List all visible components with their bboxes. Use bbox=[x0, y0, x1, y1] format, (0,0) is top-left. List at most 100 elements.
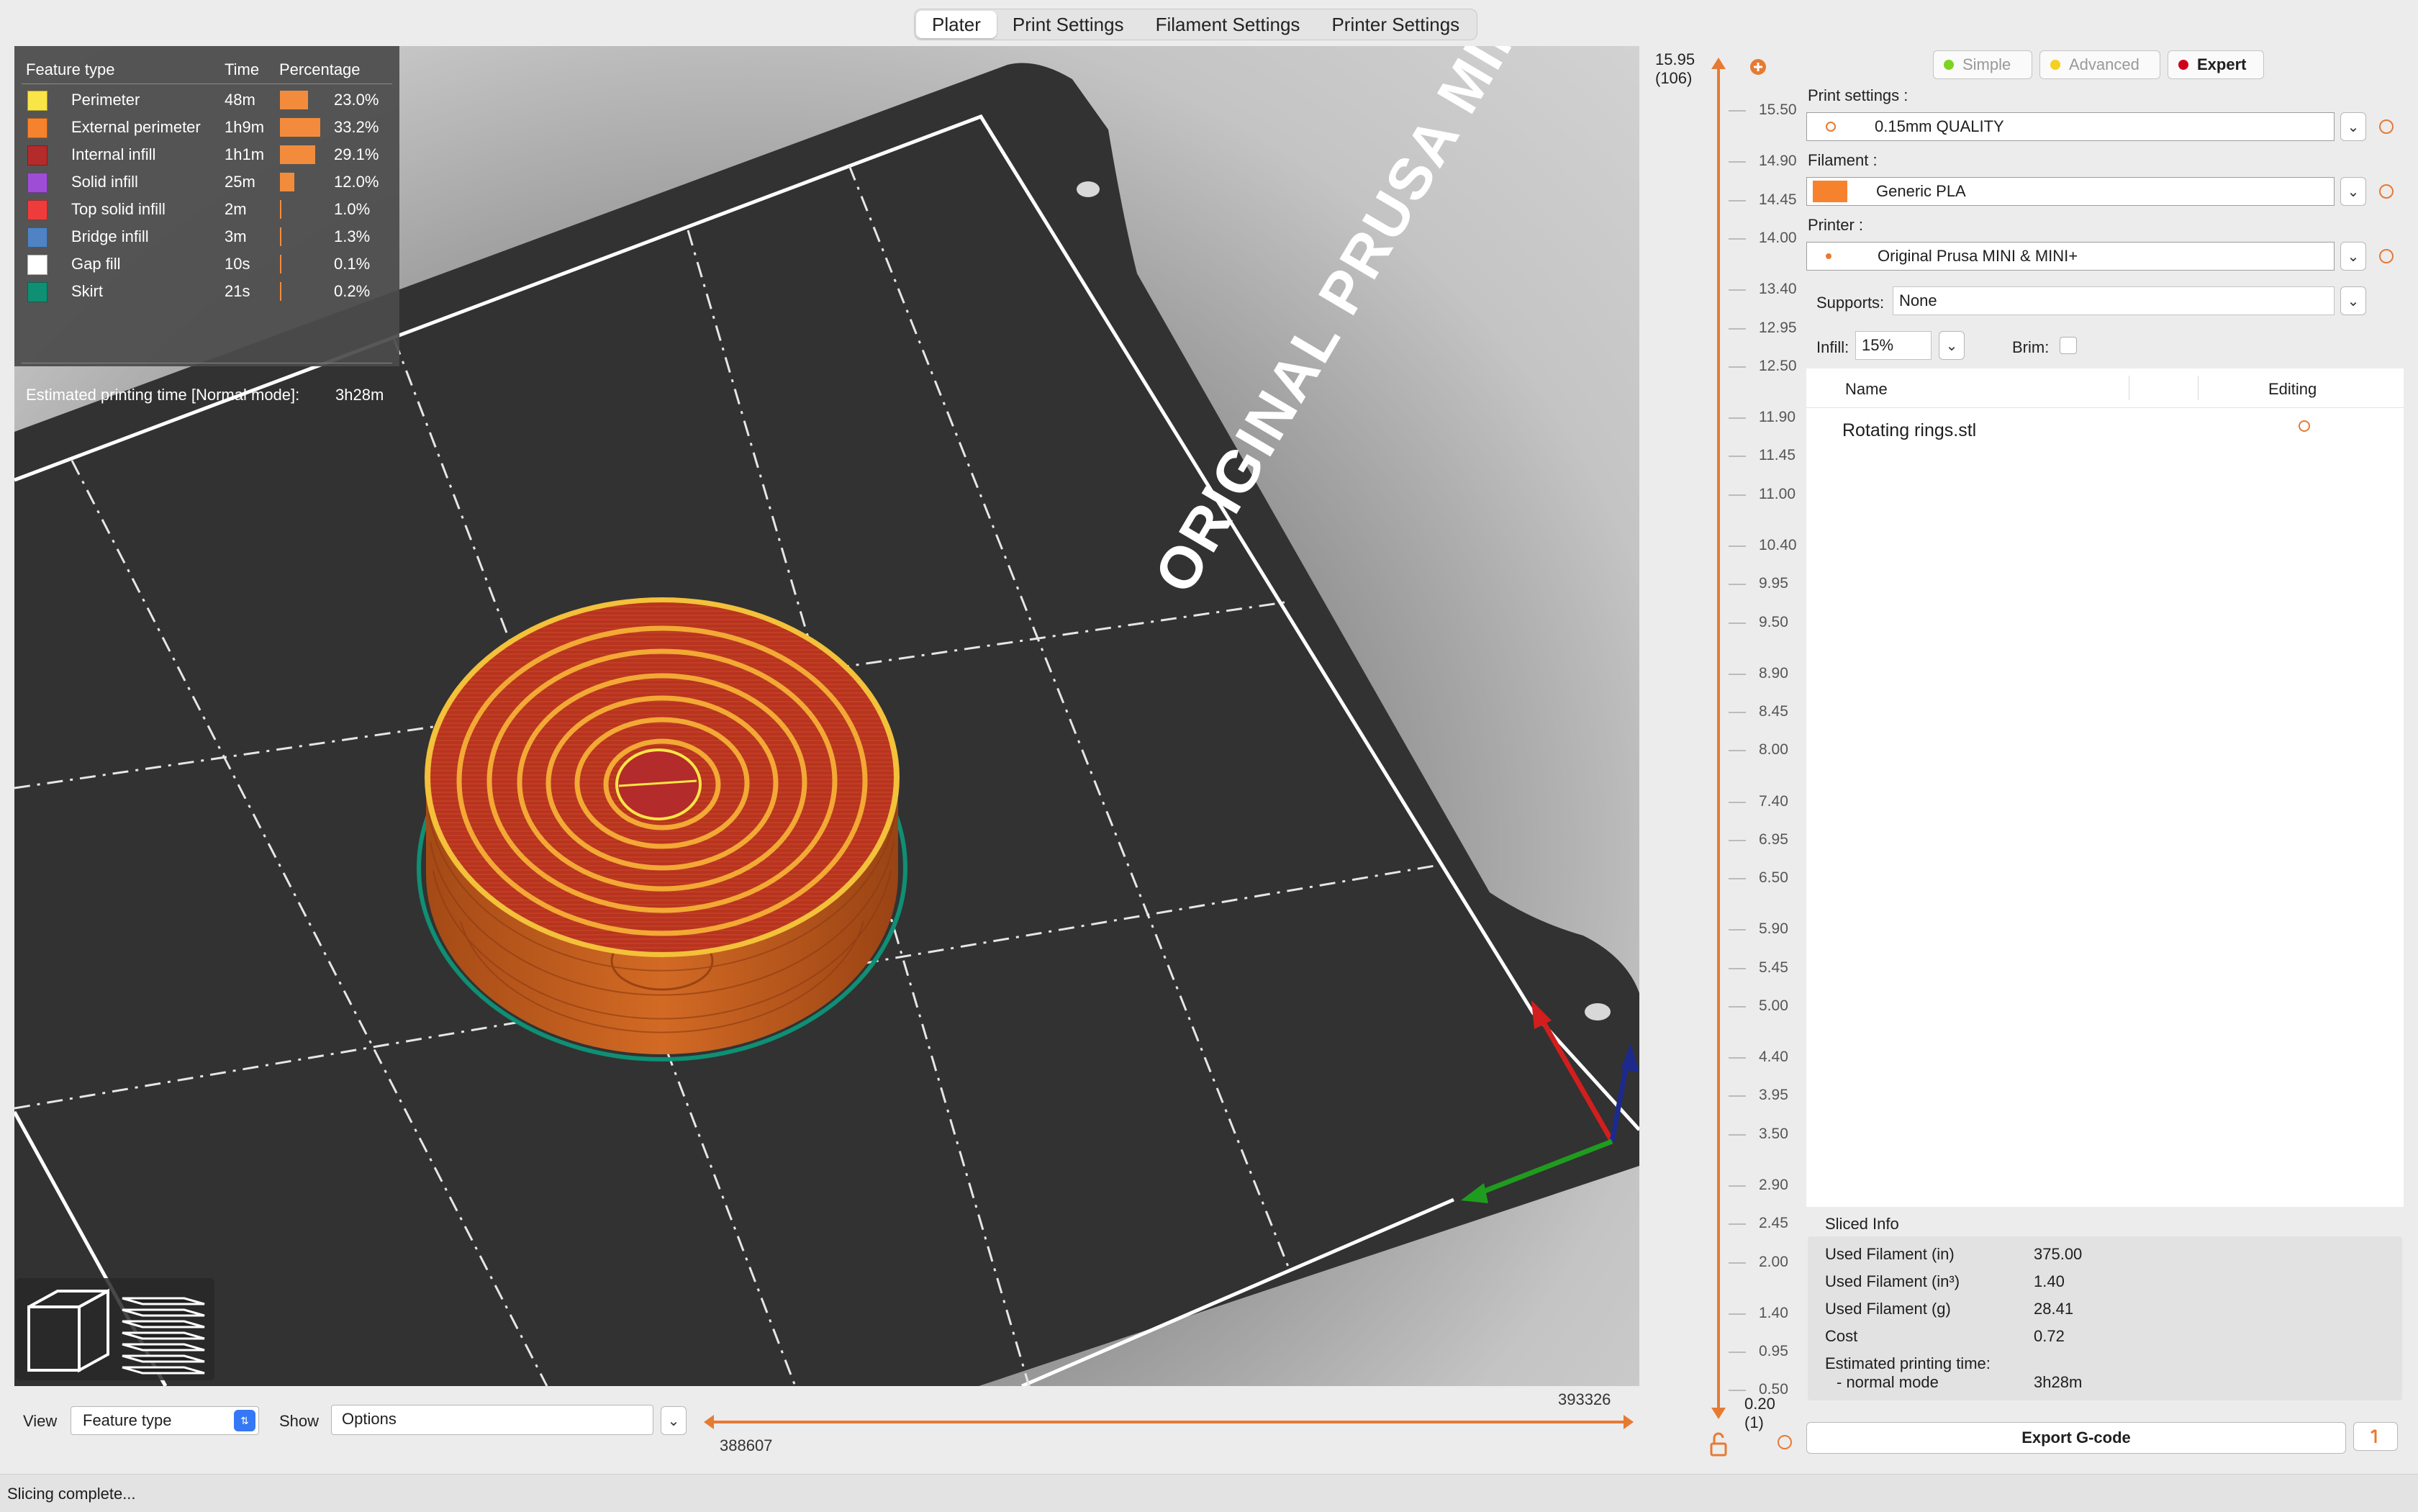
v-slider-tick-label: 5.00 bbox=[1759, 997, 1788, 1014]
v-slider-tick-label: 7.40 bbox=[1759, 792, 1788, 810]
filament-edit-icon[interactable] bbox=[2379, 184, 2394, 199]
sliced-info-panel: Sliced Info Used Filament (in) 375.00 Used… bbox=[1806, 1210, 2404, 1400]
print-settings-label: Print settings : bbox=[1808, 86, 1908, 104]
edit-settings-icon[interactable] bbox=[2299, 420, 2310, 432]
v-slider-tick-label: 8.45 bbox=[1759, 703, 1788, 720]
show-options-field[interactable]: Options bbox=[331, 1405, 653, 1435]
chevron-down-icon: ⌄ bbox=[2347, 184, 2360, 200]
legend-color-swatch bbox=[27, 91, 47, 111]
export-gcode-button[interactable]: Export G-code bbox=[1806, 1422, 2346, 1454]
legend-row[interactable]: Bridge infill 3m 1.3% bbox=[26, 222, 400, 249]
object-list: Name Editing Rotating rings.stl bbox=[1806, 368, 2404, 1207]
v-slider-tick-label: 2.00 bbox=[1759, 1253, 1788, 1270]
legend-row[interactable]: Skirt 21s 0.2% bbox=[26, 276, 400, 304]
v-slider-tick-mark bbox=[1729, 238, 1746, 240]
supports-combo[interactable]: None bbox=[1893, 286, 2335, 315]
sliced-info-key: - normal mode bbox=[1837, 1373, 1939, 1391]
printer-icon bbox=[1826, 253, 1831, 259]
legend-feature-time: 10s bbox=[225, 255, 250, 273]
printer-dropdown[interactable]: ⌄ bbox=[2340, 242, 2366, 271]
legend-feature-percentage: 1.3% bbox=[334, 227, 371, 245]
show-options-dropdown[interactable]: ⌄ bbox=[661, 1406, 687, 1435]
print-settings-edit-icon[interactable] bbox=[2379, 119, 2394, 134]
legend-color-swatch bbox=[27, 200, 47, 220]
v-slider-top-readout: 15.95 (106) bbox=[1655, 50, 1695, 88]
legend-feature-name: Perimeter bbox=[71, 91, 140, 109]
legend-feature-name: Internal infill bbox=[71, 145, 156, 163]
v-slider-bottom-value: 0.20 bbox=[1744, 1395, 1775, 1413]
tab-plater[interactable]: Plater bbox=[916, 11, 997, 38]
sliced-info-value: 0.72 bbox=[2034, 1327, 2065, 1345]
legend-feature-name: Top solid infill bbox=[71, 200, 166, 218]
v-slider-top-value: 15.95 bbox=[1655, 50, 1695, 68]
3d-view-icon[interactable] bbox=[27, 1288, 109, 1373]
legend-percentage-bar bbox=[280, 255, 281, 273]
printer-combo[interactable]: Original Prusa MINI & MINI+ bbox=[1806, 242, 2335, 271]
v-slider-tick-mark bbox=[1729, 1133, 1746, 1136]
v-slider-tick-mark bbox=[1729, 929, 1746, 931]
print-settings-dropdown[interactable]: ⌄ bbox=[2340, 112, 2366, 141]
sliced-info-value: 375.00 bbox=[2034, 1245, 2083, 1263]
brim-checkbox[interactable] bbox=[2060, 337, 2077, 354]
mode-simple-button[interactable]: Simple bbox=[1933, 50, 2032, 79]
legend-feature-percentage: 23.0% bbox=[334, 91, 379, 109]
legend-row[interactable]: Top solid infill 2m 1.0% bbox=[26, 194, 400, 222]
layers-view-icon[interactable] bbox=[122, 1297, 205, 1375]
legend-feature-time: 25m bbox=[225, 173, 255, 191]
list-header-name: Name bbox=[1845, 380, 1888, 398]
filament-color-swatch bbox=[1813, 181, 1847, 202]
v-slider-tick-label: 8.90 bbox=[1759, 664, 1788, 682]
v-slider-tick-mark bbox=[1729, 327, 1746, 330]
printer-edit-icon[interactable] bbox=[2379, 249, 2394, 263]
mode-expert-button[interactable]: Expert bbox=[2168, 50, 2264, 79]
view-label: View bbox=[23, 1412, 58, 1430]
h-slider-right-handle[interactable] bbox=[1624, 1415, 1634, 1429]
v-slider-tick-label: 5.90 bbox=[1759, 920, 1788, 938]
legend-percentage-bar bbox=[280, 145, 315, 164]
v-slider-tick-label: 11.45 bbox=[1759, 447, 1796, 464]
gear-icon[interactable] bbox=[1778, 1435, 1792, 1449]
v-slider-tick-mark bbox=[1729, 1057, 1746, 1059]
mode-advanced-button[interactable]: Advanced bbox=[2039, 50, 2160, 79]
legend-feature-name: Solid infill bbox=[71, 173, 138, 191]
v-slider-tick-mark bbox=[1729, 1352, 1746, 1354]
legend-feature-time: 2m bbox=[225, 200, 247, 218]
legend-row[interactable]: Solid infill 25m 12.0% bbox=[26, 167, 400, 194]
print-settings-combo[interactable]: 0.15mm QUALITY bbox=[1806, 112, 2335, 141]
h-slider-left-handle[interactable] bbox=[704, 1415, 714, 1429]
v-slider-tick-mark bbox=[1729, 801, 1746, 803]
v-slider-top-handle[interactable] bbox=[1711, 58, 1726, 69]
view-select-value: Feature type bbox=[83, 1411, 172, 1429]
v-slider-tick-mark bbox=[1729, 1095, 1746, 1097]
legend-feature-percentage: 33.2% bbox=[334, 118, 379, 136]
tab-print-settings[interactable]: Print Settings bbox=[997, 11, 1140, 38]
legend-row[interactable]: Perimeter 48m 23.0% bbox=[26, 85, 400, 112]
infill-combo[interactable]: 15% bbox=[1855, 331, 1932, 360]
legend-row[interactable]: Internal infill 1h1m 29.1% bbox=[26, 140, 400, 167]
list-item[interactable]: Rotating rings.stl bbox=[1806, 410, 2404, 451]
supports-dropdown[interactable]: ⌄ bbox=[2340, 286, 2366, 315]
v-slider-tick-mark bbox=[1729, 289, 1746, 291]
legend-row[interactable]: Gap fill 10s 0.1% bbox=[26, 249, 400, 276]
add-color-change-icon[interactable] bbox=[1749, 58, 1767, 76]
lock-icon[interactable] bbox=[1710, 1432, 1727, 1457]
legend-color-swatch bbox=[27, 282, 47, 302]
view-select[interactable]: Feature type ⇅ bbox=[71, 1406, 259, 1435]
filament-combo[interactable]: Generic PLA bbox=[1806, 177, 2335, 206]
v-slider-bottom-handle[interactable] bbox=[1711, 1408, 1726, 1419]
vertical-slider[interactable] bbox=[1706, 53, 1763, 1462]
infill-dropdown[interactable]: ⌄ bbox=[1939, 331, 1965, 360]
legend-feature-time: 3m bbox=[225, 227, 247, 245]
horizontal-slider[interactable] bbox=[702, 1409, 1635, 1435]
v-slider-tick-mark bbox=[1729, 1006, 1746, 1008]
legend-row[interactable]: External perimeter 1h9m 33.2% bbox=[26, 112, 400, 140]
expert-mode-dot-icon bbox=[2178, 60, 2188, 70]
tab-filament-settings[interactable]: Filament Settings bbox=[1140, 11, 1316, 38]
sliced-info-value: 28.41 bbox=[2034, 1300, 2074, 1318]
send-to-printer-button[interactable] bbox=[2353, 1422, 2398, 1451]
v-slider-tick-label: 9.50 bbox=[1759, 613, 1788, 630]
legend-feature-percentage: 29.1% bbox=[334, 145, 379, 163]
tab-printer-settings[interactable]: Printer Settings bbox=[1316, 11, 1475, 38]
v-slider-tick-mark bbox=[1729, 494, 1746, 496]
filament-dropdown[interactable]: ⌄ bbox=[2340, 177, 2366, 206]
